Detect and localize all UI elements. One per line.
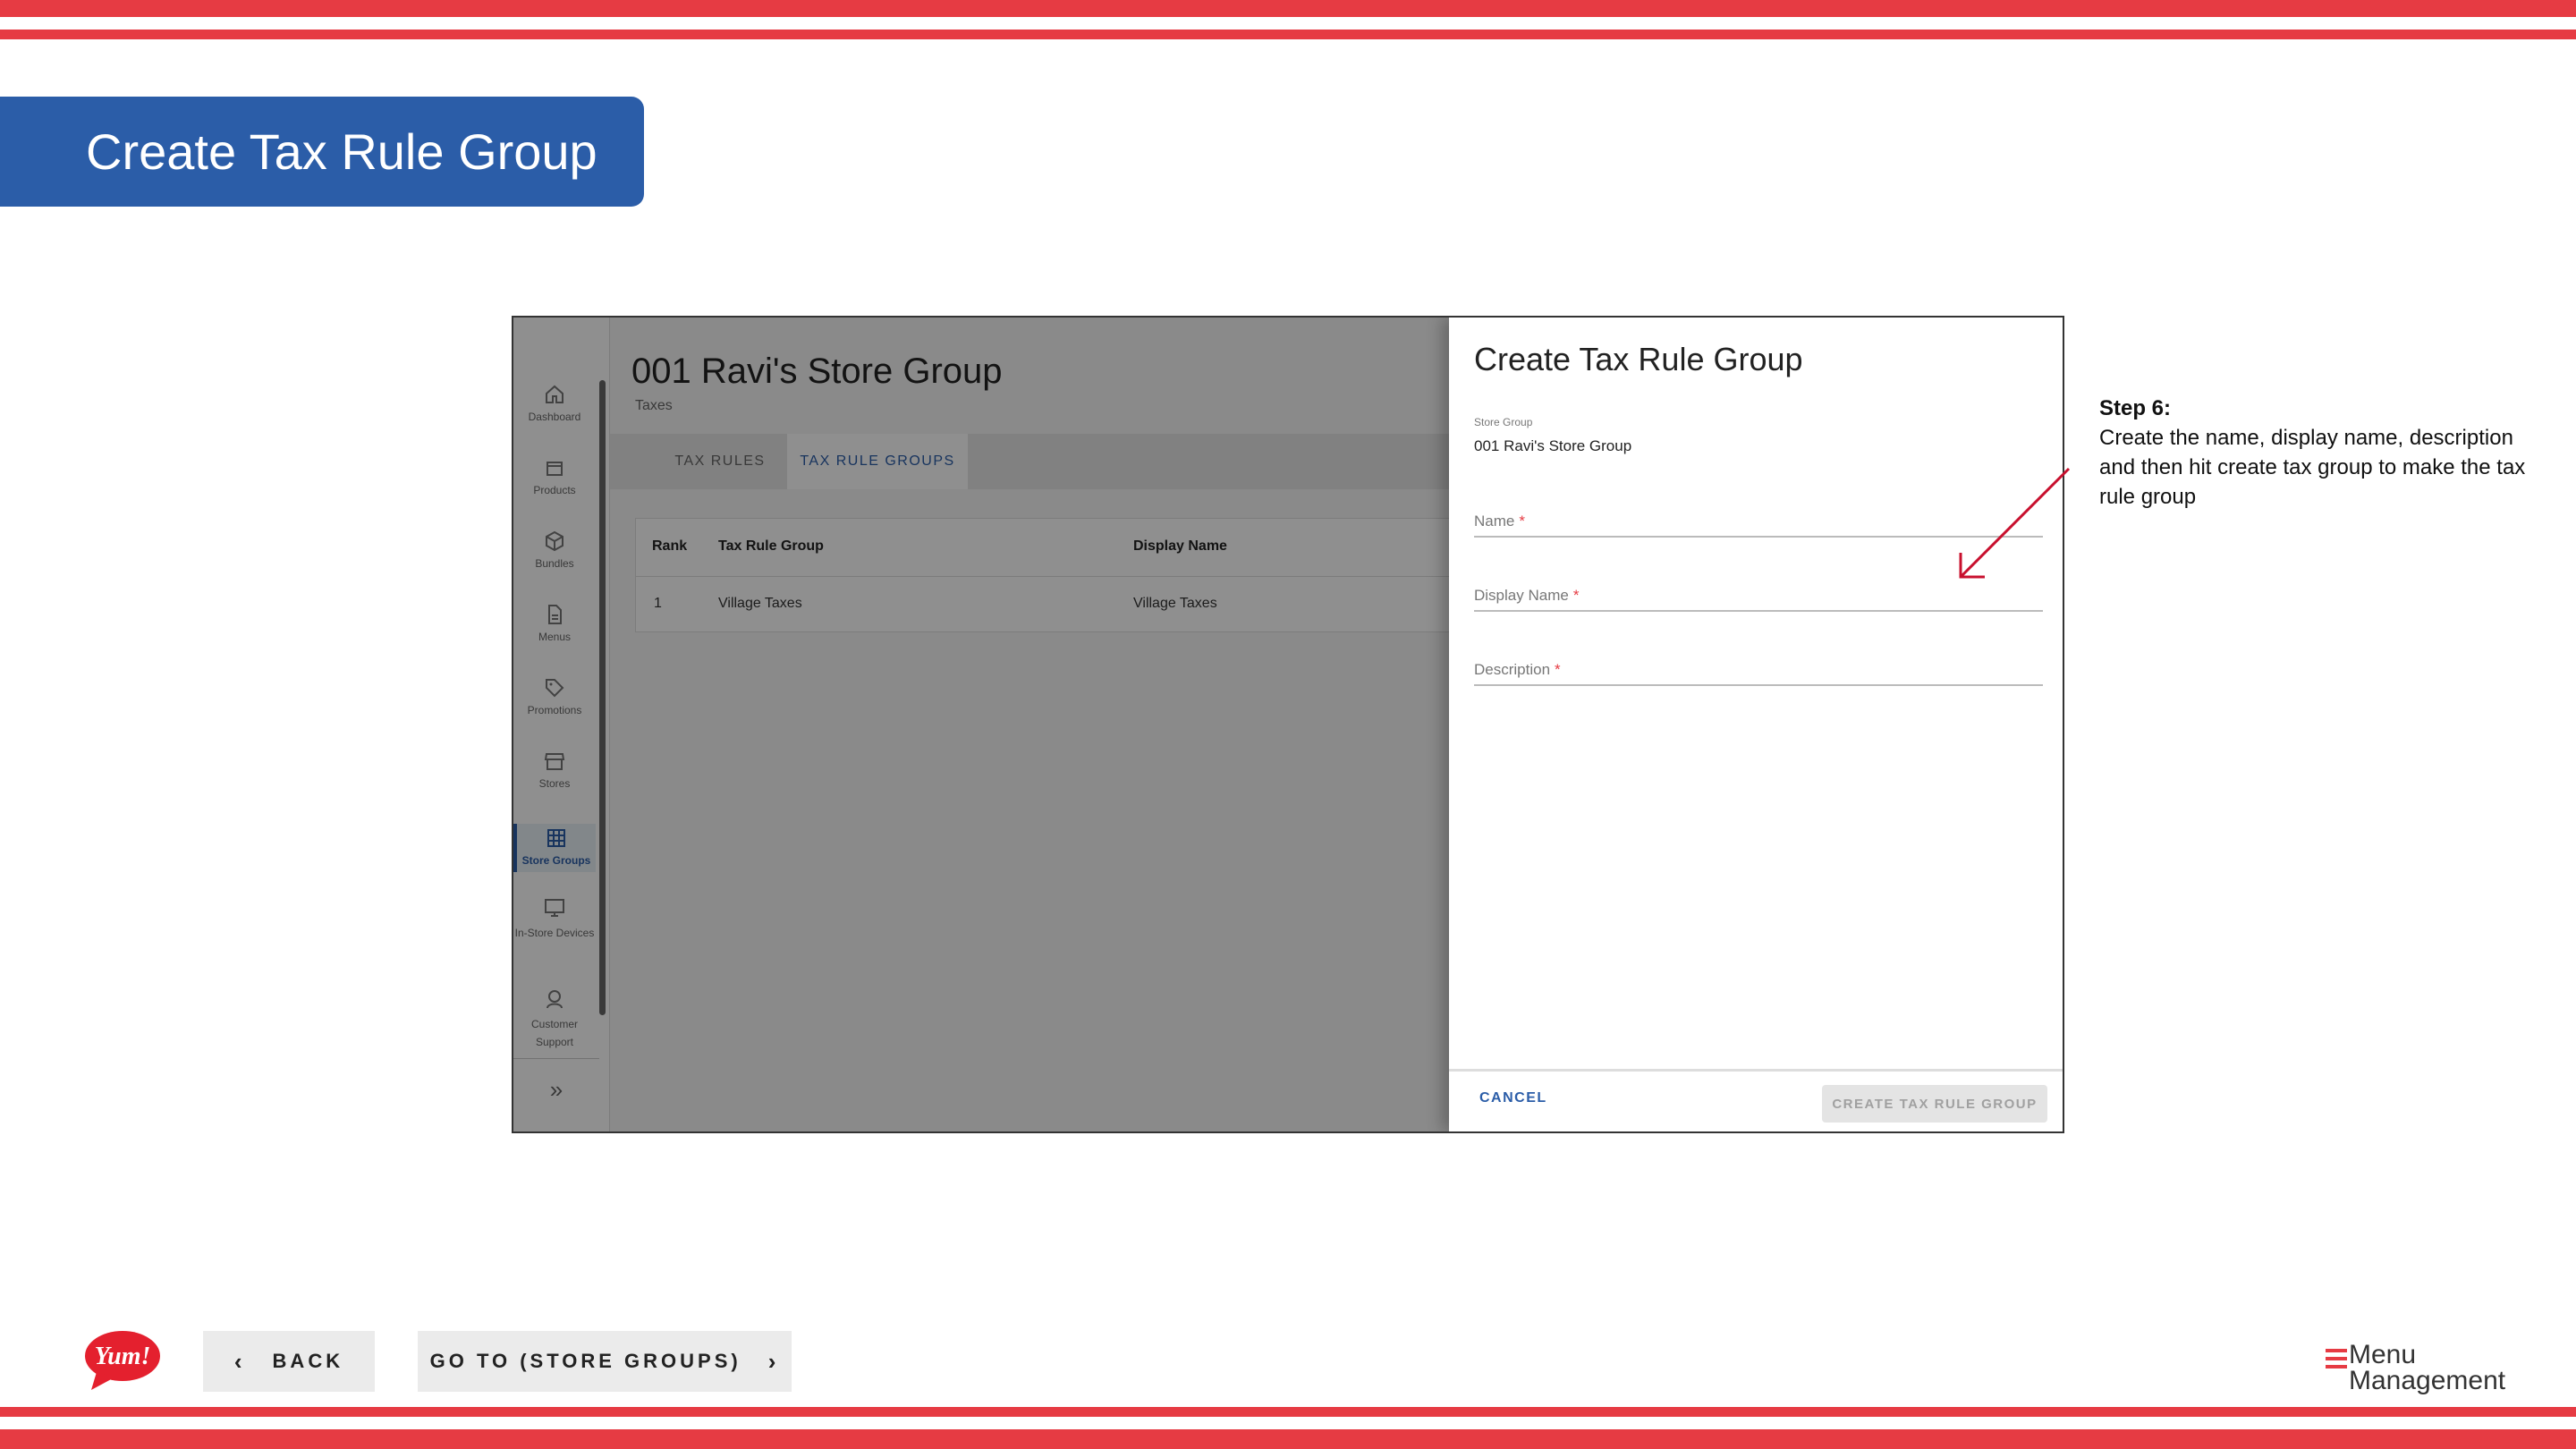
- required-marker: *: [1572, 587, 1580, 604]
- step-heading: Step 6:: [2099, 396, 2172, 420]
- bottom-stripe-thin: [0, 1407, 2576, 1417]
- drawer-title: Create Tax Rule Group: [1474, 341, 1803, 377]
- store-group-value: 001 Ravi's Store Group: [1474, 437, 1632, 454]
- create-tax-rule-group-drawer: Create Tax Rule Group Store Group 001 Ra…: [1449, 318, 2063, 1131]
- step-instructions: Step 6: Create the name, display name, d…: [2099, 394, 2546, 512]
- back-button-label: BACK: [272, 1350, 344, 1372]
- bottom-stripe: [0, 1429, 2576, 1449]
- required-marker: *: [1519, 513, 1525, 530]
- menu-lines-icon: [2326, 1349, 2347, 1373]
- modal-backdrop[interactable]: [513, 318, 1555, 1131]
- top-stripe: [0, 0, 2576, 17]
- yum-logo: Yum!: [85, 1331, 160, 1390]
- menu-management-logo-text: Menu Management: [2349, 1342, 2505, 1394]
- required-marker: *: [1555, 661, 1561, 678]
- app-screenshot: Dashboard Products Bundles Menus Promoti…: [512, 316, 2064, 1133]
- description-field-label: Description: [1474, 661, 1551, 678]
- chevron-left-icon: ‹: [233, 1347, 246, 1375]
- svg-text:Yum!: Yum!: [95, 1343, 151, 1370]
- go-to-store-groups-button[interactable]: GO TO (STORE GROUPS) ›: [418, 1331, 792, 1392]
- cancel-button[interactable]: CANCEL: [1479, 1090, 1547, 1106]
- drawer-footer-divider: [1449, 1069, 2063, 1072]
- back-button[interactable]: ‹ BACK: [203, 1331, 375, 1392]
- display-name-field-label-wrap: Display Name *: [1474, 587, 1579, 605]
- store-group-label: Store Group: [1474, 416, 1533, 428]
- go-to-button-label: GO TO (STORE GROUPS): [429, 1350, 741, 1372]
- pointer-arrow-icon: [1959, 467, 2071, 579]
- display-name-field-label: Display Name: [1474, 587, 1569, 604]
- chevron-right-icon: ›: [767, 1347, 780, 1375]
- create-tax-rule-group-button[interactable]: CREATE TAX RULE GROUP: [1822, 1085, 2047, 1123]
- name-field-label: Name: [1474, 513, 1515, 530]
- slide-title-banner: Create Tax Rule Group: [0, 97, 644, 207]
- logo-line-1: Menu: [2349, 1340, 2417, 1369]
- top-stripe-thin: [0, 30, 2576, 39]
- name-field-label-wrap: Name *: [1474, 513, 1525, 530]
- logo-line-2: Management: [2349, 1366, 2506, 1395]
- description-field-label-wrap: Description *: [1474, 661, 1561, 679]
- menu-management-logo: Menu Management: [2326, 1342, 2505, 1395]
- description-field[interactable]: Description *: [1474, 650, 2043, 686]
- slide-title: Create Tax Rule Group: [86, 123, 597, 180]
- step-text: Create the name, display name, descripti…: [2099, 426, 2526, 509]
